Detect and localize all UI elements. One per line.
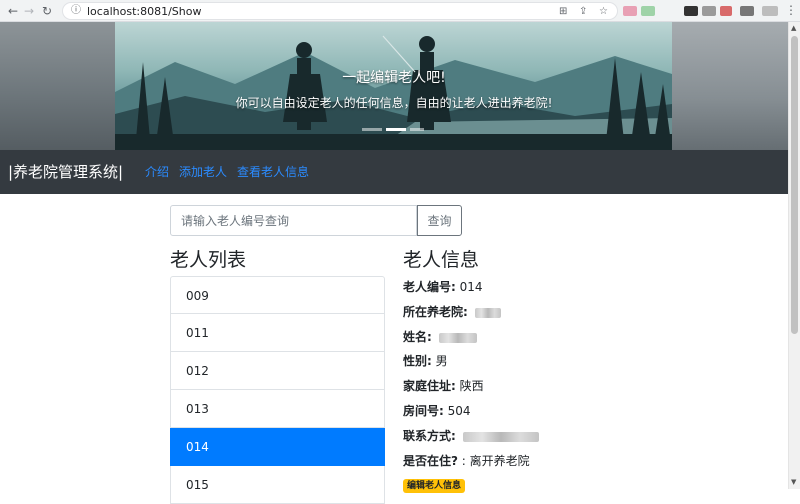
address-label: 家庭住址: xyxy=(403,379,456,393)
info-row-address: 家庭住址: 陕西 xyxy=(403,378,484,394)
presence-value: : 离开养老院 xyxy=(461,454,530,468)
elder-list-heading: 老人列表 xyxy=(170,249,247,271)
extension-icon[interactable] xyxy=(702,6,716,16)
back-arrow-icon[interactable]: ← xyxy=(8,3,18,19)
room-value: 504 xyxy=(447,404,471,418)
forward-arrow-icon[interactable]: → xyxy=(24,3,34,19)
search-input[interactable] xyxy=(170,205,417,236)
contact-value-redacted xyxy=(462,431,539,442)
list-item-active[interactable]: 014 xyxy=(170,428,385,466)
scroll-up-arrow-icon[interactable]: ▲ xyxy=(791,24,796,32)
list-item[interactable]: 015 xyxy=(170,466,385,504)
gender-value: 男 xyxy=(435,354,448,368)
carousel-indicator[interactable] xyxy=(362,128,382,131)
info-icon[interactable]: ⓘ xyxy=(71,5,81,17)
extension-icon[interactable] xyxy=(720,6,732,16)
hero-subtitle: 你可以自由设定老人的任何信息，自由的让老人进出养老院! xyxy=(235,96,553,110)
menu-dots-icon[interactable]: ⋮ xyxy=(785,4,797,16)
room-label: 房间号: xyxy=(403,404,444,418)
top-navbar: |养老院管理系统| 介绍 添加老人 查看老人信息 xyxy=(0,150,788,194)
info-row-home: 所在养老院: xyxy=(403,304,501,320)
info-row-id: 老人编号: 014 xyxy=(403,279,483,295)
brand-title[interactable]: |养老院管理系统| xyxy=(8,162,123,182)
share-icon[interactable]: ⇪ xyxy=(579,6,587,17)
presence-label: 是否在住? xyxy=(403,454,458,468)
reload-icon[interactable]: ↻ xyxy=(42,3,52,19)
bookmark-star-icon[interactable]: ☆ xyxy=(599,6,608,17)
contact-label: 联系方式: xyxy=(403,429,456,443)
id-label: 老人编号: xyxy=(403,280,456,294)
name-label: 姓名: xyxy=(403,330,432,344)
nav-link-intro[interactable]: 介绍 xyxy=(145,164,169,180)
list-item[interactable]: 013 xyxy=(170,390,385,428)
info-row-contact: 联系方式: xyxy=(403,428,539,444)
translate-icon[interactable]: ⊞ xyxy=(559,6,567,17)
list-item[interactable]: 011 xyxy=(170,314,385,352)
hero-carousel: 一起编辑老人吧! 你可以自由设定老人的任何信息，自由的让老人进出养老院! xyxy=(0,22,788,150)
carousel-indicator[interactable] xyxy=(410,128,424,131)
info-row-presence: 是否在住? : 离开养老院 xyxy=(403,453,530,469)
nav-link-add-elder[interactable]: 添加老人 xyxy=(179,164,227,180)
scrollbar-thumb[interactable] xyxy=(791,36,798,334)
info-row-room: 房间号: 504 xyxy=(403,403,471,419)
extension-icon[interactable] xyxy=(623,6,637,16)
gender-label: 性别: xyxy=(403,354,432,368)
browser-toolbar: ← → ↻ ⓘ localhost:8081/Show ⊞ ⇪ ☆ ⋮ xyxy=(0,0,800,22)
list-item[interactable]: 012 xyxy=(170,352,385,390)
extension-icon[interactable] xyxy=(684,6,698,16)
carousel-indicator-active[interactable] xyxy=(386,128,406,131)
address-bar[interactable]: ⓘ localhost:8081/Show ⊞ ⇪ ☆ xyxy=(62,2,618,20)
profile-avatar[interactable] xyxy=(762,6,778,16)
info-row-name: 姓名: xyxy=(403,329,477,345)
url-text[interactable]: localhost:8081/Show xyxy=(87,5,201,18)
page-scrollbar[interactable]: ▲ ▼ xyxy=(788,22,800,489)
name-value-redacted xyxy=(438,332,477,343)
info-row-gender: 性别: 男 xyxy=(403,353,448,369)
nav-link-view-elder[interactable]: 查看老人信息 xyxy=(237,164,309,180)
home-label: 所在养老院: xyxy=(403,305,468,319)
search-button[interactable]: 查询 xyxy=(417,205,462,236)
extension-icon[interactable] xyxy=(740,6,754,16)
extension-icon[interactable] xyxy=(641,6,655,16)
scroll-down-arrow-icon[interactable]: ▼ xyxy=(791,478,796,486)
edit-elder-button[interactable]: 编辑老人信息 xyxy=(403,479,466,493)
address-value: 陕西 xyxy=(459,379,484,393)
home-value-redacted xyxy=(474,307,501,318)
elder-info-heading: 老人信息 xyxy=(403,249,480,271)
id-value: 014 xyxy=(459,280,483,294)
hero-title: 一起编辑老人吧! xyxy=(342,70,446,86)
list-item[interactable]: 009 xyxy=(170,276,385,314)
